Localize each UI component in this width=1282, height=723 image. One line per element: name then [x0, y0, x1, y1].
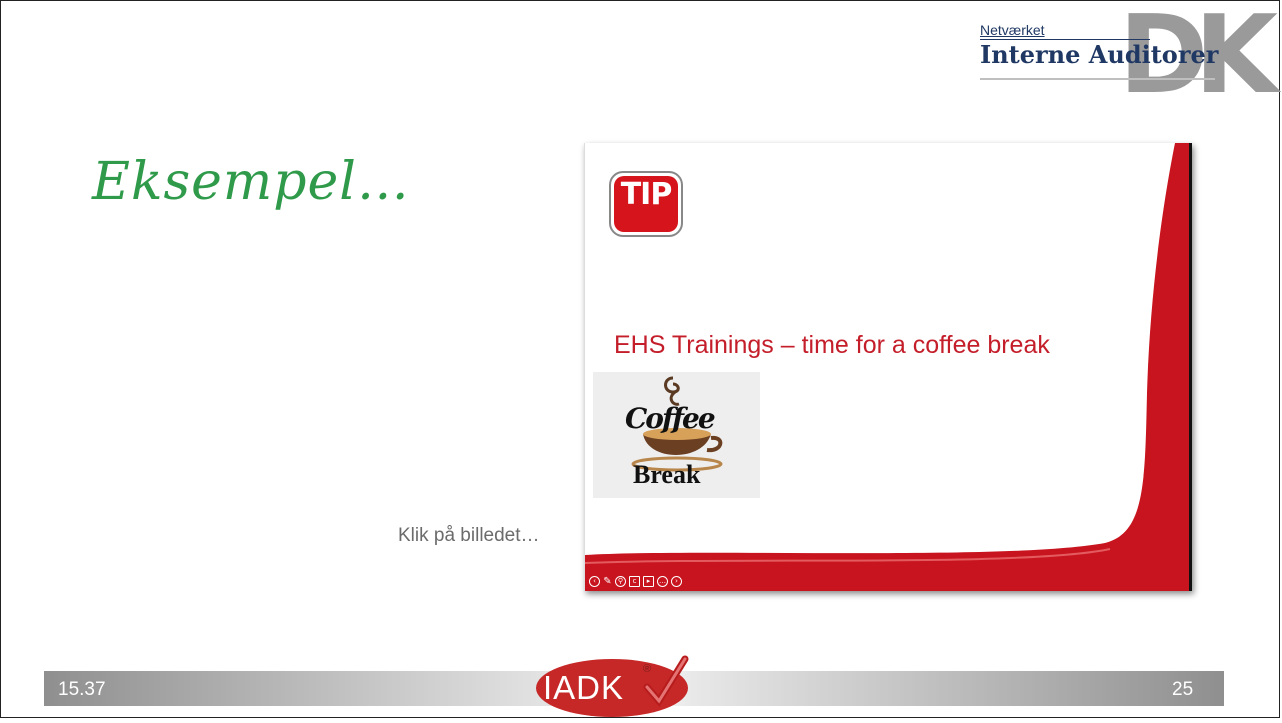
next-icon[interactable]: ›	[671, 575, 682, 587]
tip-badge: TIP	[609, 171, 683, 237]
network-label: Netværket	[980, 22, 1045, 38]
coffee-word: Coffee	[625, 402, 716, 435]
registered-mark: ®	[643, 663, 652, 675]
prev-icon[interactable]: ‹	[589, 575, 600, 587]
page-title: Eksempel…	[92, 152, 410, 212]
more-icon[interactable]: …	[657, 575, 668, 587]
player-controls: ‹ ✎ ⚲ c ▸ … ›	[589, 575, 682, 587]
embedded-slide-preview[interactable]: TIP EHS Trainings – time for a coffee br…	[584, 143, 1192, 591]
logo-underline	[980, 78, 1215, 80]
pen-icon[interactable]: ✎	[603, 576, 612, 586]
zoom-icon[interactable]: ⚲	[615, 575, 626, 587]
netvaerket-logo: DK Netværket Interne Auditorer	[980, 2, 1278, 110]
click-hint: Klik på billedet…	[398, 525, 540, 546]
tip-label: TIP	[620, 177, 673, 212]
captions-icon[interactable]: c	[629, 575, 640, 587]
logo-name: Interne Auditorer	[980, 40, 1219, 69]
video-icon[interactable]: ▸	[643, 575, 654, 587]
iadk-brand: IADK	[543, 669, 625, 706]
coffee-break-image[interactable]: Coffee Break	[593, 372, 760, 498]
iadk-logo: IADK ®	[535, 655, 705, 718]
break-word: Break	[633, 460, 701, 489]
slide-heading: EHS Trainings – time for a coffee break	[614, 331, 1050, 359]
page-number: 25	[1172, 679, 1194, 700]
footer-time: 15.37	[58, 679, 106, 700]
